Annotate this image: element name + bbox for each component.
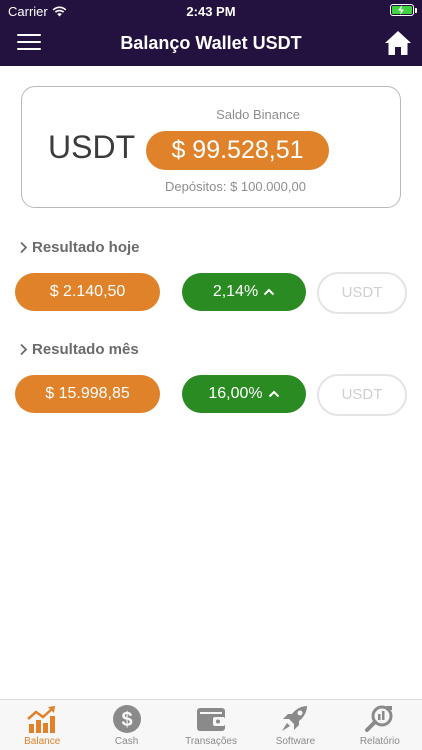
svg-text:$: $ (121, 709, 132, 731)
clock: 2:43 PM (186, 4, 236, 19)
wallet-icon (197, 708, 226, 731)
report-search-icon (364, 705, 393, 732)
month-result-header[interactable]: Resultado mês (19, 341, 139, 358)
tab-cash-label: Cash (114, 736, 139, 747)
currency-label: USDT (48, 129, 136, 165)
chevron-up-icon (268, 390, 279, 398)
tab-relatorio[interactable]: Relatório (338, 700, 422, 750)
status-bar: Carrier 2:43 PM (0, 0, 422, 22)
rocket-icon (282, 706, 308, 731)
deposits-label: Depósitos: $ 100.000,00 (165, 179, 306, 194)
tab-bar: Balance $ Cash Transações Software Relat… (0, 699, 422, 750)
tab-balance-label: Balance (24, 736, 61, 747)
today-unit-button[interactable]: USDT (317, 272, 407, 314)
today-result-title: Resultado hoje (32, 239, 140, 256)
today-result-header[interactable]: Resultado hoje (19, 239, 140, 256)
month-percent-value: 16,00% (208, 385, 263, 402)
chevron-right-icon (20, 343, 28, 356)
balance-label: Saldo Binance (216, 107, 300, 122)
month-percent-badge: 16,00% (182, 375, 306, 413)
month-unit-button[interactable]: USDT (317, 374, 407, 416)
top-bar: Carrier 2:43 PM Balanço Wallet USDT (0, 0, 422, 66)
dollar-coin-icon: $ (112, 705, 141, 733)
tab-relatorio-label: Relatório (359, 736, 400, 747)
tab-cash[interactable]: $ Cash (84, 700, 168, 750)
chevron-right-icon (20, 241, 28, 254)
chart-up-icon (27, 706, 56, 733)
home-icon[interactable] (384, 30, 412, 56)
tab-transacoes[interactable]: Transações (169, 700, 253, 750)
month-amount-badge: $ 15.998,85 (15, 375, 160, 413)
tab-transacoes-label: Transações (185, 736, 237, 747)
battery-icon (390, 4, 417, 16)
balance-card: Saldo Binance USDT $ 99.528,51 Depósitos… (21, 86, 401, 208)
tab-balance[interactable]: Balance (0, 700, 84, 750)
month-result-title: Resultado mês (32, 341, 139, 358)
balance-amount-badge: $ 99.528,51 (146, 131, 329, 170)
today-amount-badge: $ 2.140,50 (15, 273, 160, 311)
chevron-up-icon (263, 288, 275, 296)
navigation-bar: Balanço Wallet USDT (0, 22, 422, 66)
tab-software-label: Software (275, 736, 316, 747)
page-title: Balanço Wallet USDT (120, 33, 302, 53)
today-percent-value: 2,14% (212, 283, 259, 300)
tab-software[interactable]: Software (253, 700, 337, 750)
today-percent-badge: 2,14% (182, 273, 306, 311)
